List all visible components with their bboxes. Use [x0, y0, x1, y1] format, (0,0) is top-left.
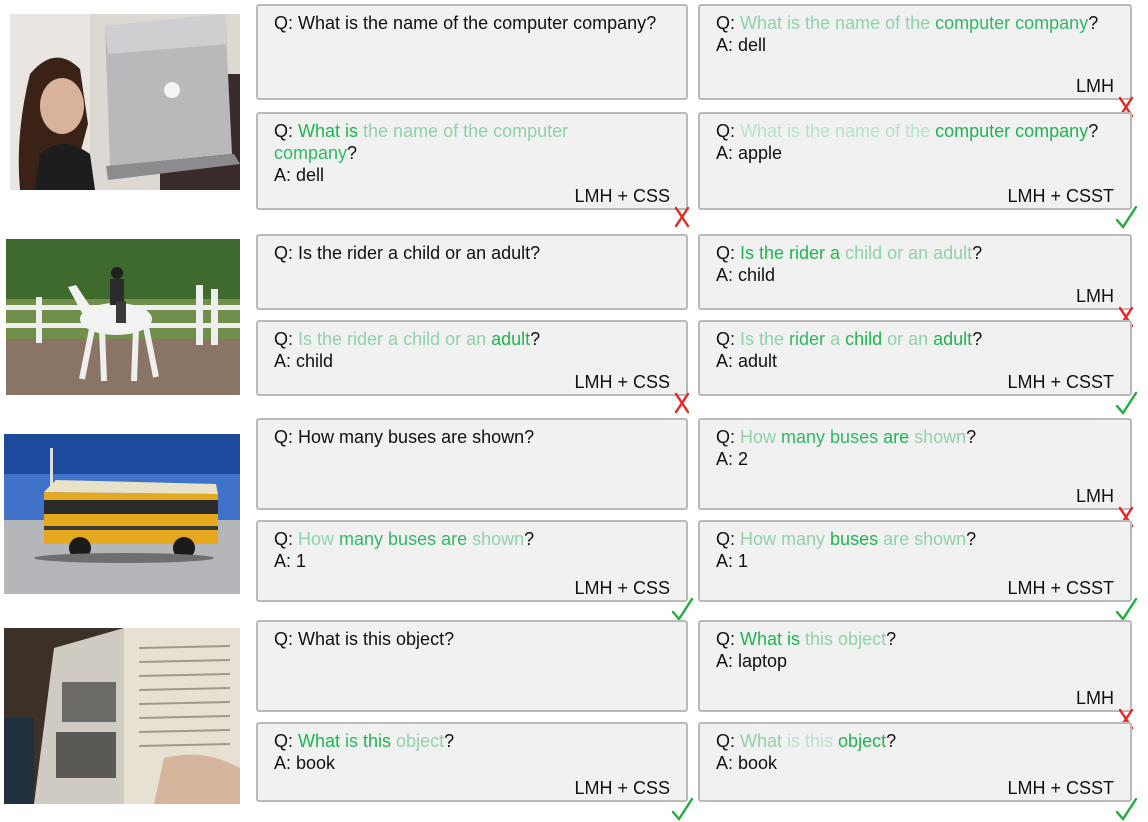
photo-school-bus — [4, 434, 240, 594]
cross-icon — [670, 204, 694, 230]
school-bus-photo-icon — [4, 434, 240, 594]
photo-open-book — [4, 628, 240, 804]
qa-box-r1-lmh-css: Q: What is the name of the computer comp… — [256, 112, 690, 228]
check-icon — [670, 596, 694, 622]
answer-text: A: child — [716, 265, 776, 285]
qa-box-r2-question: Q: Is the rider a child or an adult? — [256, 234, 688, 310]
method-label: LMH + CSST — [1007, 778, 1114, 798]
answer-text: A: 1 — [274, 551, 307, 571]
answer-text: A: book — [274, 753, 336, 773]
answer-text: A: 2 — [716, 449, 749, 469]
check-icon — [1114, 796, 1138, 822]
method-label: LMH + CSST — [1007, 578, 1114, 598]
answer-text: A: child — [274, 351, 334, 371]
qa-box-r3-lmh-csst: Q: How many buses are shown? A: 1 LMH + … — [698, 520, 1138, 621]
answer-text: A: 1 — [716, 551, 749, 571]
check-icon — [1114, 390, 1138, 416]
answer-text: A: dell — [274, 165, 325, 185]
qa-box-r4-lmh-csst: Q: What is this object? A: book LMH + CS… — [698, 722, 1138, 821]
qa-box-r3-question: Q: How many buses are shown? — [256, 418, 688, 510]
method-label: LMH — [1075, 486, 1114, 506]
laptop-photo-icon — [10, 14, 240, 190]
qa-box-r4-lmh-css: Q: What is this object? A: book LMH + CS… — [256, 722, 694, 821]
method-label: LMH — [1075, 76, 1114, 96]
qa-box-r3-lmh-css: Q: How many buses are shown? A: 1 LMH + … — [256, 520, 694, 621]
method-label: LMH + CSS — [574, 186, 670, 206]
photo-horse-rider — [6, 239, 240, 395]
qa-box-r2-lmh-csst: Q: Is the rider a child or an adult? A: … — [698, 320, 1138, 415]
photo-laptop — [10, 14, 240, 190]
open-book-photo-icon — [4, 628, 240, 804]
answer-text: A: dell — [716, 35, 767, 55]
check-icon — [670, 796, 694, 822]
qa-box-r3-lmh: Q: How many buses are shown? A: 2 LMH — [698, 418, 1134, 528]
qa-box-r1-question: Q: What is the name of the computer comp… — [256, 4, 688, 100]
check-icon — [1114, 596, 1138, 622]
horse-rider-photo-icon — [6, 239, 240, 395]
answer-text: A: adult — [716, 351, 778, 371]
method-label: LMH + CSS — [574, 578, 670, 598]
check-icon — [1114, 204, 1138, 230]
method-label: LMH + CSS — [574, 372, 670, 392]
method-label: LMH + CSST — [1007, 186, 1114, 206]
answer-text: A: laptop — [716, 651, 788, 671]
qa-box-r4-lmh: Q: What is this object? A: laptop LMH — [698, 620, 1134, 730]
cross-icon — [670, 390, 694, 416]
answer-text: A: book — [716, 753, 778, 773]
method-label: LMH + CSS — [574, 778, 670, 798]
qa-box-r1-lmh-csst: Q: What is the name of the computer comp… — [698, 112, 1138, 229]
method-label: LMH + CSST — [1007, 372, 1114, 392]
answer-text: A: apple — [716, 143, 783, 163]
qa-box-r4-question: Q: What is this object? — [256, 620, 688, 712]
qa-box-r1-lmh: Q: What is the name of the computer comp… — [698, 4, 1134, 118]
qa-box-r2-lmh-css: Q: Is the rider a child or an adult? A: … — [256, 320, 690, 414]
method-label: LMH — [1075, 286, 1114, 306]
method-label: LMH — [1075, 688, 1114, 708]
qa-box-r2-lmh: Q: Is the rider a child or an adult? A: … — [698, 234, 1134, 328]
